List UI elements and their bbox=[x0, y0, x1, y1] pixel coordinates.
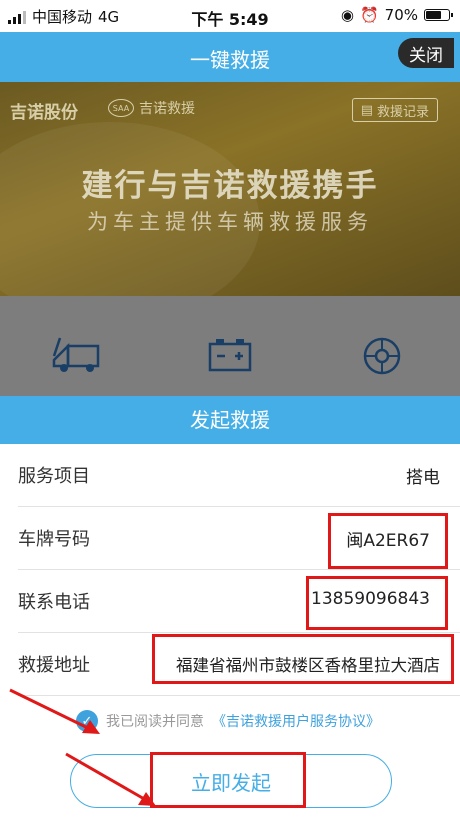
logo-secondary-label: 吉诺救援 bbox=[139, 101, 195, 117]
document-icon: ▤ bbox=[360, 102, 373, 118]
promo-banner: 吉诺股份 SAA 吉诺救援 ▤ 救援记录 建行与吉诺救援携手 为车主提供车辆救援… bbox=[0, 82, 460, 296]
field-address-label: 救援地址 bbox=[18, 655, 90, 676]
field-service-value: 搭电 bbox=[406, 468, 440, 488]
service-tow[interactable]: 拖车 bbox=[46, 336, 106, 415]
rescue-record-label: 救援记录 bbox=[376, 104, 429, 120]
highlight-box-submit bbox=[150, 752, 306, 808]
page-title: 一键救援 bbox=[190, 48, 270, 72]
battery-fill bbox=[426, 11, 442, 19]
field-phone-label: 联系电话 bbox=[18, 592, 90, 613]
logo-primary: 吉诺股份 bbox=[10, 103, 78, 123]
tow-truck-icon bbox=[52, 337, 100, 372]
rescue-record-button[interactable]: ▤ 救援记录 bbox=[351, 98, 438, 122]
agreement-row: ✓ 我已阅读并同意 《吉诺救援用户服务协议》 bbox=[76, 710, 380, 732]
service-jumpstart[interactable]: 搭电 bbox=[200, 336, 260, 415]
annotation-arrow-icon bbox=[65, 752, 156, 806]
highlight-box-address bbox=[152, 634, 454, 684]
highlight-box-phone bbox=[306, 576, 448, 630]
annotation-arrow-icon bbox=[9, 688, 100, 734]
tire-icon bbox=[363, 337, 401, 375]
field-service-label: 服务项目 bbox=[18, 466, 90, 487]
status-bar: 中国移动 4G 下午 5:49 ◉ ⏰ 70% bbox=[0, 0, 460, 32]
alarm-icon: ⏰ bbox=[359, 6, 379, 24]
service-options: 拖车 搭电 换胎 bbox=[0, 296, 460, 415]
banner-headline: 建行与吉诺救援携手 bbox=[81, 168, 379, 204]
sheet-title: 发起救援 bbox=[0, 396, 460, 444]
agreement-text: 我已阅读并同意 bbox=[106, 714, 204, 730]
close-button[interactable]: 关闭 bbox=[398, 38, 454, 68]
banner-subheadline: 为车主提供车辆救援服务 bbox=[87, 210, 373, 234]
service-tire[interactable]: 换胎 bbox=[352, 336, 412, 415]
battery-icon bbox=[208, 339, 252, 372]
highlight-box-plate bbox=[328, 513, 448, 569]
battery-percent: 70% bbox=[384, 6, 418, 24]
agreement-link[interactable]: 《吉诺救援用户服务协议》 bbox=[212, 711, 380, 731]
rotation-lock-icon: ◉ bbox=[340, 6, 354, 24]
logo-secondary: SAA 吉诺救援 bbox=[108, 98, 195, 118]
status-right: ◉ ⏰ 70% bbox=[340, 6, 453, 24]
field-service[interactable]: 服务项目 搭电 bbox=[0, 444, 460, 506]
nav-bar: 一键救援 关闭 bbox=[0, 32, 460, 82]
field-plate-label: 车牌号码 bbox=[18, 529, 90, 550]
battery-icon bbox=[424, 9, 453, 21]
saa-logo-icon: SAA bbox=[108, 99, 134, 117]
